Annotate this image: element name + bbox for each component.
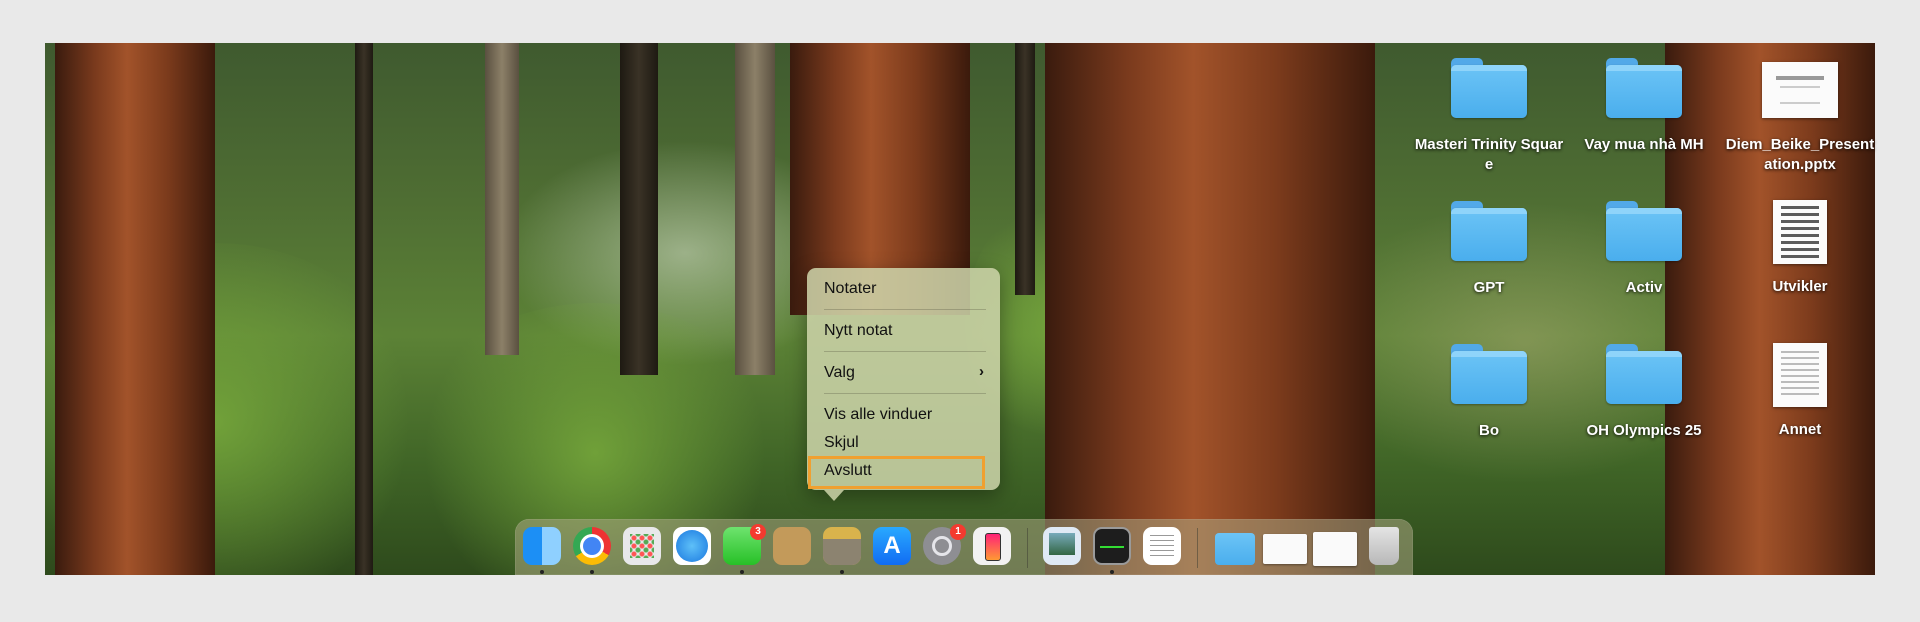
trash-icon[interactable] [1369, 527, 1399, 565]
menu-separator [824, 393, 986, 394]
desktop-icon[interactable]: Vay mua nhà MH [1569, 58, 1719, 155]
contacts-icon[interactable] [773, 527, 811, 565]
desktop-icon-label: Diem_Beike_Presentation.pptx [1725, 136, 1875, 173]
activity-monitor-icon[interactable] [1093, 527, 1131, 565]
desktop-icon[interactable]: Utvikler [1725, 200, 1875, 297]
desktop-icon-label: GPT [1473, 279, 1505, 296]
folder-icon [1606, 344, 1682, 404]
running-indicator [840, 570, 844, 574]
running-indicator [540, 570, 544, 574]
desktop-icon[interactable]: Activ [1569, 201, 1719, 298]
document-preview-icon[interactable] [1263, 534, 1307, 564]
menu-item-hide[interactable]: Skjul [824, 433, 859, 453]
desktop-icon[interactable]: GPT [1414, 201, 1564, 298]
notes-icon[interactable] [823, 527, 861, 565]
quit-highlight-box [808, 456, 985, 489]
dock-separator [1197, 528, 1198, 568]
desktop-icon-label: Vay mua nhà MH [1584, 136, 1704, 153]
finder-icon[interactable] [523, 527, 561, 565]
menu-item-show-all-windows[interactable]: Vis alle vinduer [824, 405, 932, 425]
running-indicator [1110, 570, 1114, 574]
launchpad-icon[interactable] [623, 527, 661, 565]
wallpaper-trunk [735, 43, 775, 375]
wallpaper-trunk [1045, 43, 1375, 575]
menu-item-new-note[interactable]: Nytt notat [824, 321, 892, 341]
folder-icon [1451, 58, 1527, 118]
downloads-folder-icon[interactable] [1215, 533, 1255, 565]
desktop-icon[interactable]: OH Olympics 25 [1569, 344, 1719, 441]
desktop-icon[interactable]: Bo [1414, 344, 1564, 441]
wallpaper-trunk [1015, 43, 1035, 295]
presentation-file-icon [1762, 62, 1838, 118]
wallpaper-trunk [485, 43, 519, 355]
menu-separator [824, 309, 986, 310]
document-stack-icon [1773, 200, 1827, 264]
iphone-mirroring-icon[interactable] [973, 527, 1011, 565]
wallpaper-trunk [620, 43, 658, 375]
folder-icon [1451, 344, 1527, 404]
preview-icon[interactable] [1043, 527, 1081, 565]
desktop-icon-label: Bo [1479, 422, 1499, 439]
wallpaper-trunk [55, 43, 215, 575]
folder-icon [1606, 201, 1682, 261]
desktop-icon-label: OH Olympics 25 [1586, 422, 1702, 439]
document-preview-icon[interactable] [1313, 532, 1357, 566]
desktop-icon-label: Activ [1625, 279, 1663, 296]
folder-icon [1606, 58, 1682, 118]
settings-badge: 1 [950, 524, 966, 540]
folder-icon [1451, 201, 1527, 261]
dock-separator [1027, 528, 1028, 568]
chevron-right-icon: › [979, 363, 984, 380]
desktop-icon[interactable]: Masteri Trinity Square [1414, 58, 1564, 175]
menu-separator [824, 351, 986, 352]
desktop-icon-label: Utvikler [1772, 278, 1828, 295]
desktop-icon[interactable]: Diem_Beike_Presentation.pptx [1725, 58, 1875, 175]
app-store-icon[interactable]: A [873, 527, 911, 565]
running-indicator [590, 570, 594, 574]
menu-item-options[interactable]: Valg [824, 363, 855, 383]
wallpaper-trunk [355, 43, 373, 575]
textedit-icon[interactable] [1143, 527, 1181, 565]
desktop-icon[interactable]: Annet [1725, 343, 1875, 440]
desktop-icon-label: Masteri Trinity Square [1414, 136, 1564, 173]
chrome-icon[interactable] [573, 527, 611, 565]
document-stack-icon [1773, 343, 1827, 407]
messages-badge: 3 [750, 524, 766, 540]
menu-item-app-title: Notater [824, 280, 877, 297]
safari-icon[interactable] [673, 527, 711, 565]
running-indicator [740, 570, 744, 574]
desktop-icon-label: Annet [1778, 421, 1822, 438]
